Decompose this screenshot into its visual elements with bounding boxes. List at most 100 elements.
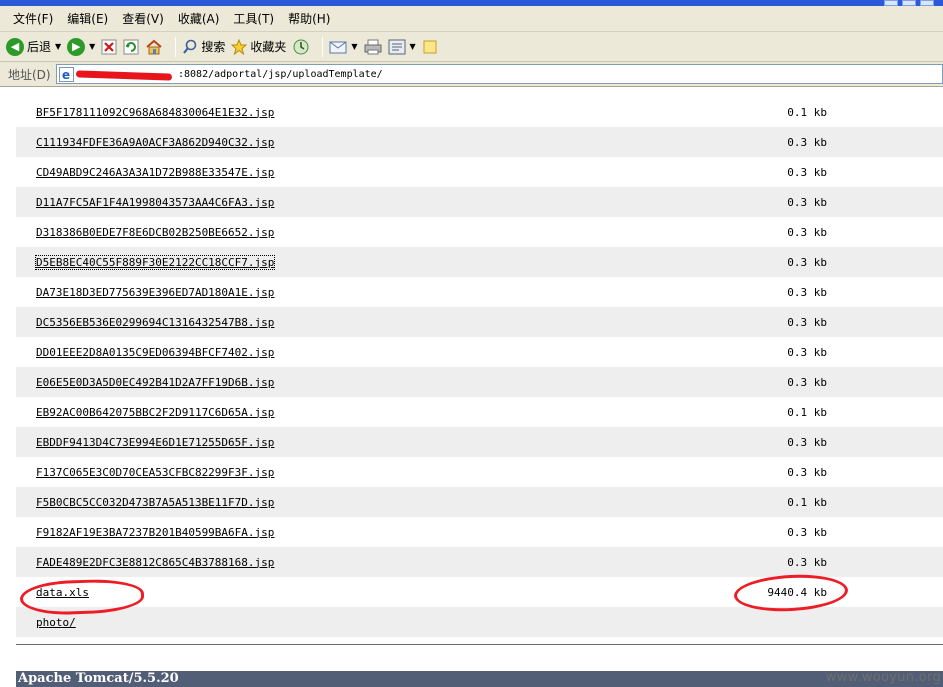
- file-size-cell: 0.3 kb: [787, 345, 827, 359]
- toolbar-separator: [175, 36, 177, 57]
- menu-help[interactable]: 帮助(H): [281, 8, 337, 29]
- file-link[interactable]: C111934FDFE36A9A0ACF3A862D940C32.jsp: [36, 136, 274, 149]
- table-row: C111934FDFE36A9A0ACF3A862D940C32.jsp 0.3 …: [16, 127, 943, 157]
- menu-tools[interactable]: 工具(T): [226, 8, 281, 29]
- stop-icon: [101, 39, 117, 54]
- edit-button[interactable]: ▼: [388, 39, 416, 55]
- table-row: EBDDF9413D4C73E994E6D1E71255D65F.jsp 0.3 …: [16, 427, 943, 457]
- table-row: D5EB8EC40C55F889F30E2122CC18CCF7.jsp 0.3 …: [16, 247, 943, 277]
- back-button[interactable]: ◀ 后退 ▼: [6, 37, 61, 56]
- file-size-cell: 0.3 kb: [787, 195, 827, 209]
- file-name-cell: EBDDF9413D4C73E994E6D1E71255D65F.jsp: [16, 427, 568, 457]
- table-row: D11A7FC5AF1F4A1998043573AA4C6FA3.jsp 0.3 …: [16, 187, 943, 217]
- file-link[interactable]: EBDDF9413D4C73E994E6D1E71255D65F.jsp: [36, 436, 274, 449]
- file-link[interactable]: BF5F178111092C968A684830064E1E32.jsp: [36, 106, 274, 119]
- file-name-cell: D11A7FC5AF1F4A1998043573AA4C6FA3.jsp: [16, 187, 568, 217]
- toolbar: ◀ 后退 ▼ ▶ ▼ 搜索 收藏夹 ▼ ▼: [0, 32, 943, 62]
- address-label: 地址(D): [8, 67, 51, 82]
- search-label: 搜索: [201, 40, 226, 54]
- file-table: BF5F178111092C968A684830064E1E32.jsp 0.1 …: [16, 97, 943, 637]
- file-link[interactable]: EB92AC00B642075BBC2F2D9117C6D65A.jsp: [36, 406, 274, 419]
- file-size-cell: 0.3 kb: [787, 465, 827, 479]
- forward-button[interactable]: ▶ ▼: [67, 37, 95, 56]
- file-name-cell: F9182AF19E3BA7237B201B40599BA6FA.jsp: [16, 517, 568, 547]
- file-link[interactable]: D11A7FC5AF1F4A1998043573AA4C6FA3.jsp: [36, 196, 274, 209]
- mail-icon: [329, 41, 347, 53]
- file-link[interactable]: DD01EEE2D8A0135C9ED06394BFCF7402.jsp: [36, 346, 274, 359]
- file-table-body: BF5F178111092C968A684830064E1E32.jsp 0.1 …: [16, 97, 943, 637]
- history-icon: [293, 39, 309, 54]
- folder-icon: [423, 40, 437, 53]
- ie-page-icon: e: [59, 66, 74, 82]
- favorites-button[interactable]: 收藏夹: [231, 38, 286, 55]
- print-icon: [364, 39, 382, 54]
- stop-button[interactable]: [101, 39, 117, 55]
- file-link[interactable]: D318386B0EDE7F8E6DCB02B250BE6652.jsp: [36, 226, 274, 239]
- file-link[interactable]: F5B0CBC5CC032D473B7A5A513BE11F7D.jsp: [36, 496, 274, 509]
- forward-dropdown-icon[interactable]: ▼: [89, 42, 95, 51]
- file-link[interactable]: F9182AF19E3BA7237B201B40599BA6FA.jsp: [36, 526, 274, 539]
- file-link[interactable]: FADE489E2DFC3E8812C865C4B3788168.jsp: [36, 556, 274, 569]
- watermark-text: www.wooyun.org: [825, 670, 941, 685]
- file-size-cell: 0.3 kb: [787, 285, 827, 299]
- menu-favorites[interactable]: 收藏(A): [171, 8, 227, 29]
- mail-button[interactable]: ▼: [329, 39, 358, 55]
- address-url: :8082/adportal/jsp/uploadTemplate/: [75, 69, 383, 81]
- history-button[interactable]: [292, 38, 310, 56]
- file-link[interactable]: DC5356EB536E0299694C1316432547B8.jsp: [36, 316, 274, 329]
- file-size-cell: 0.3 kb: [787, 315, 827, 329]
- toolbar-separator: [322, 36, 324, 57]
- table-row: DC5356EB536E0299694C1316432547B8.jsp 0.3 …: [16, 307, 943, 337]
- search-icon: [183, 39, 197, 54]
- print-button[interactable]: [364, 39, 382, 55]
- address-bar: 地址(D) e :8082/adportal/jsp/uploadTemplat…: [0, 62, 943, 87]
- table-row: BF5F178111092C968A684830064E1E32.jsp 0.1 …: [16, 97, 943, 127]
- menu-edit[interactable]: 编辑(E): [60, 8, 115, 29]
- file-size-cell: 0.3 kb: [787, 435, 827, 449]
- favorites-label: 收藏夹: [250, 40, 287, 54]
- home-button[interactable]: [145, 39, 163, 55]
- file-name-cell: CD49ABD9C246A3A3A1D72B988E33547E.jsp: [16, 157, 568, 187]
- refresh-icon: [123, 39, 139, 54]
- table-row: photo/: [16, 607, 943, 637]
- file-name-cell: EB92AC00B642075BBC2F2D9117C6D65A.jsp: [16, 397, 568, 427]
- file-name-cell: F137C065E3C0D70CEA53CFBC82299F3F.jsp: [16, 457, 568, 487]
- mail-dropdown-icon[interactable]: ▼: [351, 42, 357, 51]
- file-link[interactable]: CD49ABD9C246A3A3A1D72B988E33547E.jsp: [36, 166, 274, 179]
- menu-view[interactable]: 查看(V): [115, 8, 171, 29]
- file-link[interactable]: F137C065E3C0D70CEA53CFBC82299F3F.jsp: [36, 466, 274, 479]
- file-name-cell: DC5356EB536E0299694C1316432547B8.jsp: [16, 307, 568, 337]
- back-dropdown-icon[interactable]: ▼: [55, 42, 61, 51]
- file-name-cell: BF5F178111092C968A684830064E1E32.jsp: [16, 97, 568, 127]
- menu-file[interactable]: 文件(F): [6, 8, 60, 29]
- forward-icon: ▶: [67, 37, 86, 56]
- file-size-cell: 0.3 kb: [787, 375, 827, 389]
- edit-icon: [388, 39, 406, 54]
- file-name-cell: D5EB8EC40C55F889F30E2122CC18CCF7.jsp: [16, 247, 568, 277]
- edit-dropdown-icon[interactable]: ▼: [410, 42, 416, 51]
- file-size-cell: 0.1 kb: [787, 495, 827, 509]
- file-size-cell: 0.1 kb: [787, 405, 827, 419]
- table-row: E06E5E0D3A5D0EC492B41D2A7FF19D6B.jsp 0.3 …: [16, 367, 943, 397]
- file-name-cell: E06E5E0D3A5D0EC492B41D2A7FF19D6B.jsp: [16, 367, 568, 397]
- file-size-cell: 0.3 kb: [787, 225, 827, 239]
- file-name-cell: DD01EEE2D8A0135C9ED06394BFCF7402.jsp: [16, 337, 568, 367]
- file-name-cell: C111934FDFE36A9A0ACF3A862D940C32.jsp: [16, 127, 568, 157]
- search-button[interactable]: 搜索: [182, 38, 225, 55]
- file-link[interactable]: DA73E18D3ED775639E396ED7AD180A1E.jsp: [36, 286, 274, 299]
- home-icon: [146, 39, 162, 54]
- file-size-cell: [568, 607, 943, 637]
- file-size-cell: 0.1 kb: [787, 105, 827, 119]
- table-row: CD49ABD9C246A3A3A1D72B988E33547E.jsp 0.3 …: [16, 157, 943, 187]
- address-input[interactable]: e :8082/adportal/jsp/uploadTemplate/: [56, 64, 943, 84]
- file-size-cell: 0.3 kb: [787, 165, 827, 179]
- back-icon: ◀: [6, 37, 24, 56]
- file-size-cell: 0.3 kb: [787, 555, 827, 569]
- file-link[interactable]: E06E5E0D3A5D0EC492B41D2A7FF19D6B.jsp: [36, 376, 274, 389]
- folder-button[interactable]: [422, 39, 438, 55]
- refresh-button[interactable]: [123, 39, 139, 55]
- file-link[interactable]: photo/: [36, 616, 76, 629]
- file-size-cell: 0.3 kb: [787, 135, 827, 149]
- file-link[interactable]: D5EB8EC40C55F889F30E2122CC18CCF7.jsp: [34, 254, 276, 270]
- table-row: F5B0CBC5CC032D473B7A5A513BE11F7D.jsp 0.1 …: [16, 487, 943, 517]
